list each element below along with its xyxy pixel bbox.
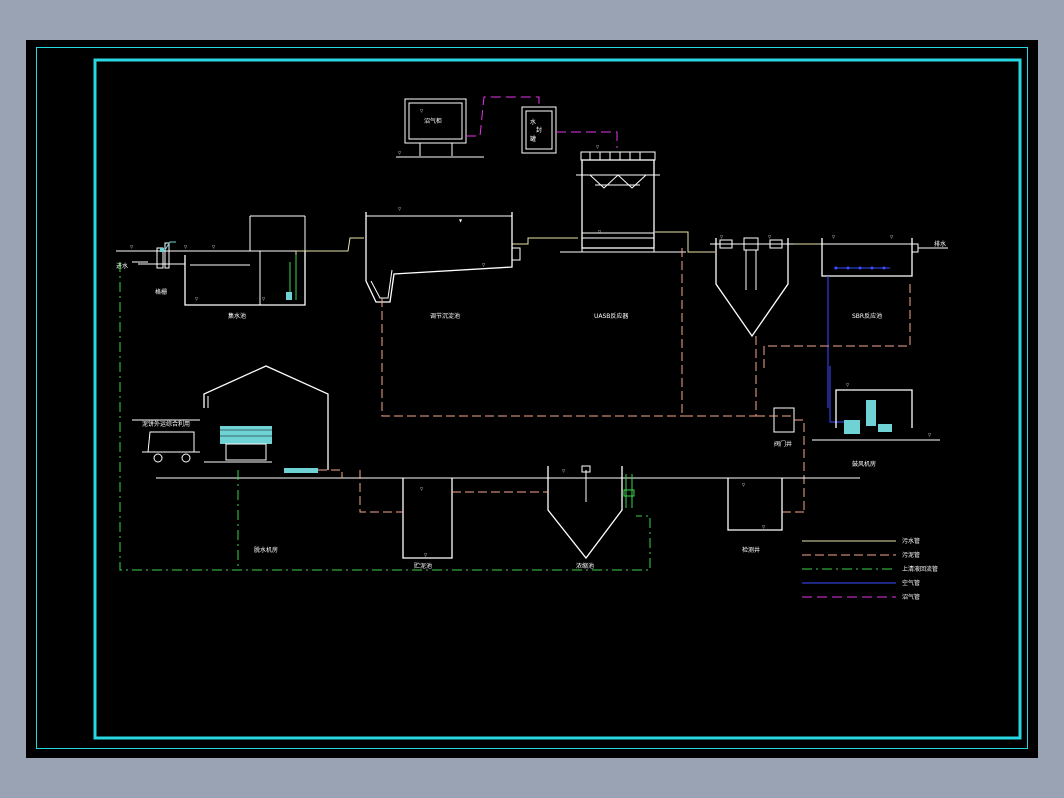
label-collection-tank: 集水池 (228, 312, 246, 320)
label-water-seal-2: 封 (536, 126, 542, 134)
label-fan-room: 鼓风机房 (852, 460, 876, 468)
svg-text:▽: ▽ (562, 468, 566, 473)
svg-text:▽: ▽ (482, 262, 486, 267)
storage-tank: 贮泥池 ▽ ▽ (402, 478, 453, 570)
label-water-seal: 水 (530, 118, 536, 126)
inspection-well: 检测井 ▽ ▽ (727, 478, 783, 554)
legend-label-sludge: 污泥管 (902, 551, 920, 559)
thickener: 浓缩池 ▽ (547, 465, 635, 570)
label-uasb: UASB反应器 (594, 312, 628, 320)
svg-text:▽: ▽ (212, 244, 216, 249)
process-flow-diagram: 沼气柜 ▽ ▽ 水 封 罐 进水 格栅 ▽ ▽ ▽ 集水池 ▽ ▽ 调节沉淀池 … (36, 47, 1028, 749)
sludge-pipe-9 (318, 469, 343, 478)
svg-text:▽: ▽ (195, 296, 199, 301)
sludge-pipe-5 (763, 284, 911, 368)
sbr-reactor: SBR反应池 排水 ▽ ▽ (821, 234, 948, 320)
label-inspection-well: 检测井 (742, 546, 760, 554)
dewatering-room: 脱水机房 (156, 365, 860, 554)
svg-text:▽: ▽ (596, 144, 600, 149)
sewage-pipe-2 (512, 237, 578, 245)
legend-label-super: 上清液回流管 (902, 565, 938, 573)
svg-text:▽: ▽ (424, 552, 428, 557)
svg-text:▽: ▽ (768, 234, 772, 239)
sewage-pipe-3 (655, 231, 715, 253)
biogas-pipe-2 (556, 131, 618, 148)
truck-icon: 泥饼外运综合利用 (132, 419, 200, 463)
legend-label-sewage: 污水管 (902, 537, 920, 545)
svg-text:▽: ▽ (762, 524, 766, 529)
label-thickener: 浓缩池 (576, 562, 594, 570)
fan-room: 鼓风机房 ▽ ▽ (812, 382, 940, 468)
svg-text:▽: ▽ (398, 206, 402, 211)
label-storage-tank: 贮泥池 (414, 562, 432, 570)
svg-text:▽: ▽ (262, 296, 266, 301)
cad-drawing-area: 沼气柜 ▽ ▽ 水 封 罐 进水 格栅 ▽ ▽ ▽ 集水池 ▽ ▽ 调节沉淀池 … (26, 40, 1038, 758)
legend-label-air: 空气管 (902, 579, 920, 587)
label-sludge-transport: 泥饼外运综合利用 (142, 420, 190, 428)
biogas-pipe-1 (466, 96, 540, 137)
svg-text:▽: ▽ (832, 234, 836, 239)
svg-text:▽: ▽ (928, 432, 932, 437)
svg-text:▽: ▽ (720, 234, 724, 239)
label-biogas-cabinet: 沼气柜 (424, 117, 442, 125)
label-valve-well: 阀门井 (774, 440, 792, 448)
svg-text:▽: ▽ (890, 234, 894, 239)
valve-well: 阀门井 (773, 407, 795, 448)
inlet-screen: 进水 格栅 ▽ ▽ ▽ (116, 241, 340, 296)
svg-text:▽: ▽ (846, 382, 850, 387)
sludge-pipe-3 (684, 336, 757, 417)
label-regulating-tank: 调节沉淀池 (430, 312, 460, 320)
svg-text:▽: ▽ (420, 108, 424, 113)
regulating-tank: 调节沉淀池 ▽ ▽ ▼ (365, 206, 521, 320)
collection-tank: 集水池 ▽ ▽ (184, 215, 306, 320)
sewage-pipe-1 (295, 237, 364, 255)
svg-text:▽: ▽ (420, 486, 424, 491)
svg-text:▼: ▼ (459, 218, 463, 223)
svg-text:▽: ▽ (130, 244, 134, 249)
label-dewatering-room: 脱水机房 (254, 546, 278, 554)
svg-text:▽: ▽ (184, 244, 188, 249)
label-water-seal-3: 罐 (530, 135, 536, 143)
air-pipe-2 (829, 366, 846, 423)
settling-hopper: ▽ ▽ (710, 234, 794, 338)
svg-text:▽: ▽ (742, 482, 746, 487)
biogas-cabinet: 沼气柜 ▽ ▽ (396, 98, 484, 158)
svg-text:▽: ▽ (398, 150, 402, 155)
label-inlet: 进水 (116, 262, 128, 270)
sludge-pipe-1 (381, 298, 684, 417)
label-outlet: 排水 (934, 240, 946, 248)
inner-frame (93, 58, 1022, 740)
sludge-pipe-6 (794, 419, 805, 512)
label-sbr: SBR反应池 (852, 312, 882, 320)
sludge-pipe-7 (359, 470, 403, 513)
legend: 污水管污泥管上清液回流管空气管沼气管 (802, 537, 938, 601)
water-seal-tank: 水 封 罐 (521, 106, 557, 154)
legend-label-biogas: 沼气管 (902, 593, 920, 601)
label-screen: 格栅 (155, 288, 167, 296)
